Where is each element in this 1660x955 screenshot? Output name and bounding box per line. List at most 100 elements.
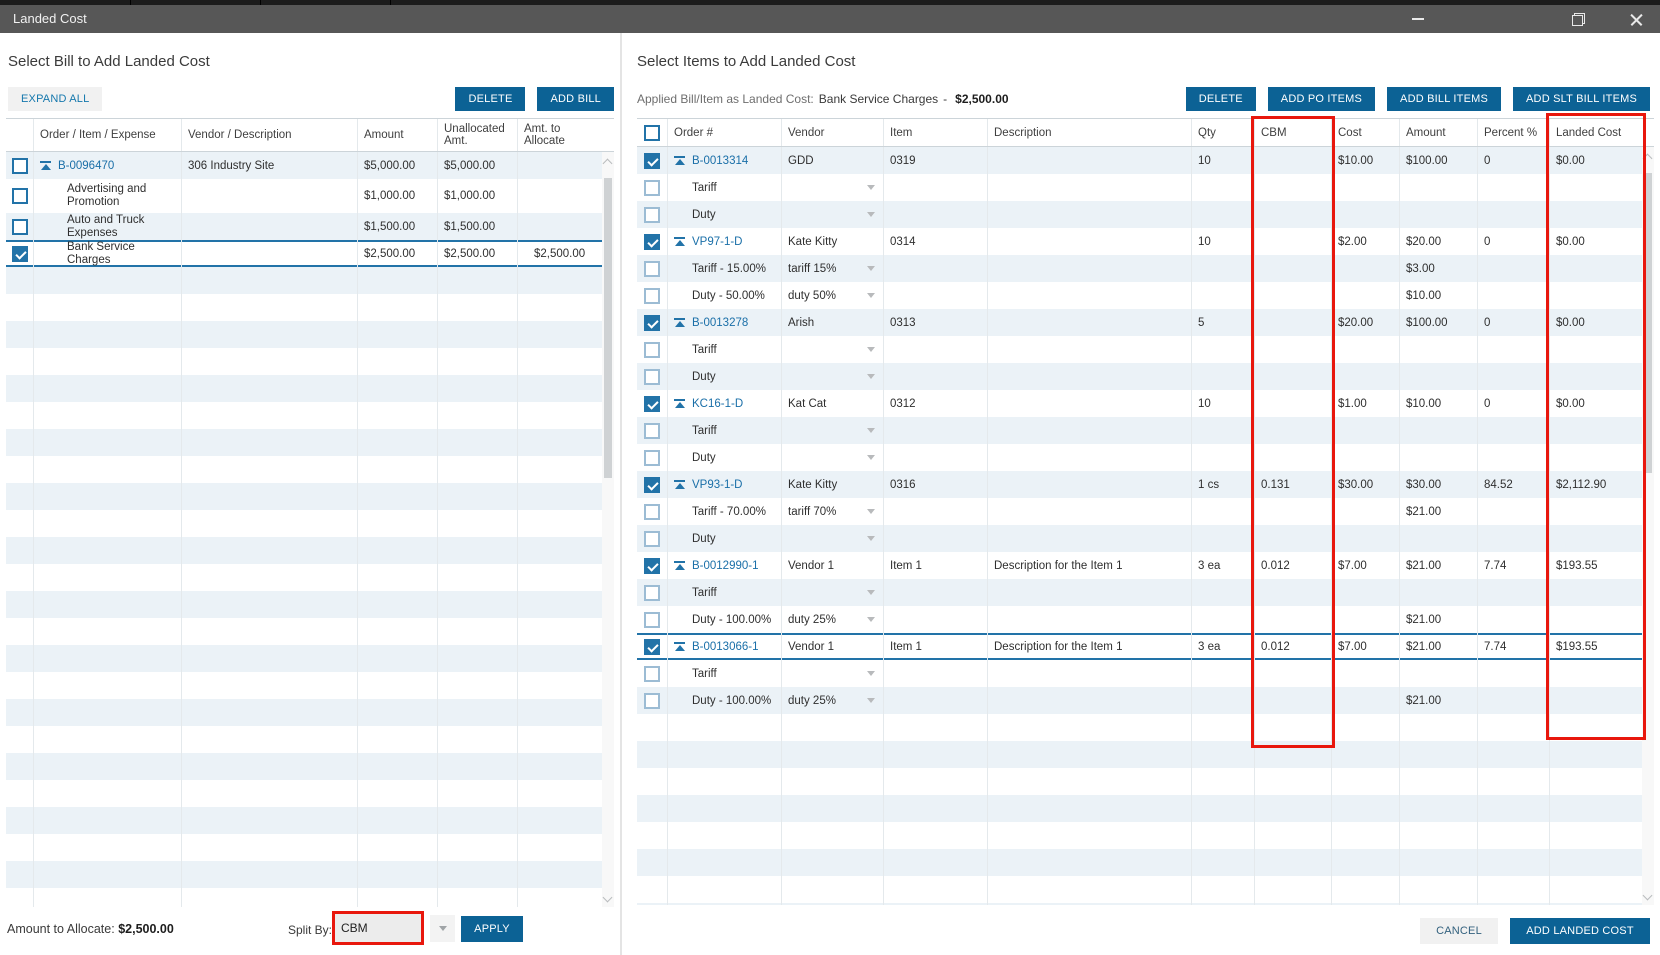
minimize-button[interactable] <box>1400 5 1436 33</box>
cell <box>884 579 988 606</box>
items-table-scrollbar[interactable] <box>1642 147 1654 905</box>
checkbox-unchecked[interactable] <box>644 179 660 196</box>
bills-table-scrollbar[interactable] <box>602 152 614 907</box>
checkbox-unchecked[interactable] <box>644 287 660 304</box>
collapse-icon[interactable] <box>674 156 685 165</box>
charge-type-dropdown[interactable] <box>788 455 877 460</box>
empty-cell <box>182 510 358 537</box>
checkbox-checked[interactable] <box>644 395 660 412</box>
charge-type-dropdown[interactable]: duty 25% <box>788 614 877 626</box>
checkbox-unchecked[interactable] <box>644 530 660 547</box>
checkbox-checked[interactable] <box>644 476 660 493</box>
checkbox-unchecked[interactable] <box>644 341 660 358</box>
order-link[interactable]: B-0012990-1 <box>692 560 759 572</box>
order-link[interactable]: B-0013278 <box>692 317 748 329</box>
table-row: Auto and Truck Expenses $1,500.00 $1,500.0… <box>6 213 614 240</box>
checkbox-unchecked[interactable] <box>644 665 660 682</box>
scroll-up-icon[interactable] <box>1644 153 1652 161</box>
charge-type-dropdown[interactable] <box>788 536 877 541</box>
charge-type-dropdown[interactable] <box>788 590 877 595</box>
checkbox-checked[interactable] <box>644 233 660 250</box>
empty-cell <box>884 768 988 795</box>
add-po-items-button[interactable]: ADD PO ITEMS <box>1267 86 1376 111</box>
scroll-up-icon[interactable] <box>604 158 612 166</box>
cell: Description for the Item 1 <box>988 633 1192 660</box>
checkbox-unchecked[interactable] <box>644 368 660 385</box>
checkbox-checked[interactable] <box>644 557 660 574</box>
checkbox-unchecked[interactable] <box>644 611 660 628</box>
charge-type-dropdown[interactable]: tariff 70% <box>788 506 877 518</box>
checkbox-checked[interactable] <box>644 314 660 331</box>
scrollbar-thumb[interactable] <box>604 178 612 478</box>
order-link[interactable]: B-0096470 <box>58 160 114 172</box>
scroll-down-icon[interactable] <box>604 895 612 903</box>
order-link[interactable]: VP97-1-D <box>692 236 743 248</box>
collapse-icon[interactable] <box>674 237 685 246</box>
order-link[interactable]: KC16-1-D <box>692 398 743 410</box>
collapse-icon[interactable] <box>40 161 51 170</box>
cell <box>1255 336 1332 363</box>
collapse-icon[interactable] <box>674 399 685 408</box>
checkbox-checked[interactable] <box>644 638 660 655</box>
empty-cell <box>518 402 602 429</box>
empty-cell <box>518 780 602 807</box>
chevron-down-icon <box>867 212 875 217</box>
order-link[interactable]: B-0013066-1 <box>692 641 759 653</box>
delete-bill-button[interactable]: DELETE <box>455 86 526 111</box>
charge-type-dropdown[interactable]: tariff 15% <box>788 263 877 275</box>
scrollbar-thumb[interactable] <box>1644 173 1652 473</box>
checkbox-unchecked[interactable] <box>644 449 660 466</box>
checkbox-checked[interactable] <box>12 245 28 262</box>
order-link[interactable]: VP93-1-D <box>692 479 743 491</box>
cell <box>6 213 34 240</box>
add-slt-bill-items-button[interactable]: ADD SLT BILL ITEMS <box>1513 86 1650 111</box>
collapse-icon[interactable] <box>674 561 685 570</box>
add-bill-items-button[interactable]: ADD BILL ITEMS <box>1387 86 1502 111</box>
checkbox-unchecked[interactable] <box>12 218 28 235</box>
checkbox-unchecked[interactable] <box>12 157 28 174</box>
add-landed-cost-button[interactable]: ADD LANDED COST <box>1510 918 1650 944</box>
restore-button[interactable] <box>1560 5 1596 33</box>
cancel-button[interactable]: CANCEL <box>1420 918 1498 944</box>
cell: duty 50% <box>782 282 884 309</box>
charge-type-dropdown[interactable] <box>788 374 877 379</box>
order-link[interactable]: B-0013314 <box>692 155 748 167</box>
add-bill-button[interactable]: ADD BILL <box>537 86 614 111</box>
collapse-icon[interactable] <box>674 480 685 489</box>
checkbox-unchecked[interactable] <box>644 124 660 141</box>
collapse-icon[interactable] <box>674 642 685 651</box>
charge-type-dropdown[interactable] <box>788 185 877 190</box>
table-row-charge: Tariff <box>637 336 1654 363</box>
empty-row <box>6 348 614 375</box>
empty-cell <box>518 429 602 456</box>
checkbox-checked[interactable] <box>644 152 660 169</box>
close-button[interactable] <box>1618 5 1654 33</box>
charge-type-dropdown[interactable] <box>788 428 877 433</box>
scroll-down-icon[interactable] <box>1644 893 1652 901</box>
checkbox-unchecked[interactable] <box>644 422 660 439</box>
checkbox-unchecked[interactable] <box>12 188 28 204</box>
cell <box>884 444 988 471</box>
split-by-dropdown-button[interactable] <box>430 915 455 942</box>
expand-all-button[interactable]: EXPAND ALL <box>8 86 103 111</box>
collapse-icon[interactable] <box>674 318 685 327</box>
charge-type-dropdown[interactable]: duty 25% <box>788 695 877 707</box>
charge-type-dropdown[interactable] <box>788 212 877 217</box>
delete-items-button[interactable]: DELETE <box>1185 86 1256 111</box>
checkbox-unchecked[interactable] <box>644 503 660 520</box>
checkbox-unchecked[interactable] <box>644 260 660 277</box>
apply-button[interactable]: APPLY <box>461 916 523 942</box>
checkbox-unchecked[interactable] <box>644 206 660 223</box>
checkbox-unchecked[interactable] <box>644 584 660 601</box>
cell: 7.74 <box>1478 633 1550 660</box>
checkbox-unchecked[interactable] <box>644 692 660 709</box>
empty-cell <box>1550 903 1640 905</box>
charge-type-dropdown[interactable] <box>788 347 877 352</box>
empty-cell <box>6 645 34 672</box>
charge-type-dropdown[interactable] <box>788 671 877 676</box>
empty-row <box>6 888 614 907</box>
cell <box>1400 579 1478 606</box>
charge-type-dropdown[interactable]: duty 50% <box>788 290 877 302</box>
cell <box>637 336 668 363</box>
split-by-combobox[interactable]: CBM <box>332 911 424 945</box>
